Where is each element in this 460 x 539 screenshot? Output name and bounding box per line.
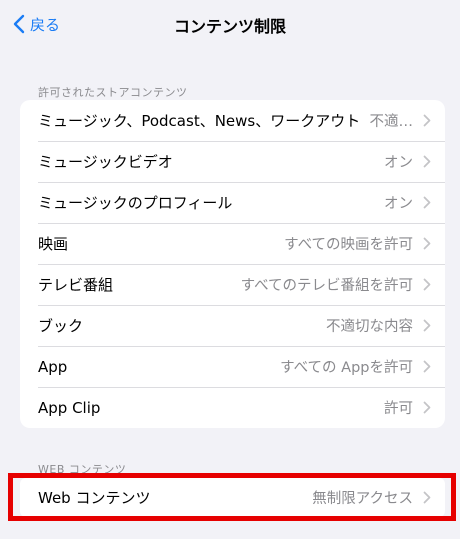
- row-music-podcast-news-workout[interactable]: ミュージック、Podcast、News、ワークアウト 不適…: [20, 100, 445, 141]
- web-content-group: Web コンテンツ 無制限アクセス: [20, 478, 445, 517]
- row-value: 不適…: [369, 114, 414, 130]
- chevron-right-icon: [423, 278, 431, 291]
- row-music-video[interactable]: ミュージックビデオ オン: [20, 141, 445, 182]
- row-web-content[interactable]: Web コンテンツ 無制限アクセス: [20, 478, 445, 517]
- chevron-right-icon: [423, 319, 431, 332]
- chevron-right-icon: [423, 491, 431, 504]
- store-content-group: ミュージック、Podcast、News、ワークアウト 不適… ミュージックビデオ…: [20, 100, 445, 428]
- row-label: Web コンテンツ: [38, 489, 151, 507]
- row-tv-shows[interactable]: テレビ番組 すべてのテレビ番組を許可: [20, 264, 445, 305]
- row-app[interactable]: App すべての Appを許可: [20, 346, 445, 387]
- chevron-right-icon: [423, 237, 431, 250]
- row-label: App: [38, 357, 68, 376]
- row-label: ブック: [38, 317, 84, 335]
- row-value: オン: [384, 196, 413, 212]
- row-movies[interactable]: 映画 すべての映画を許可: [20, 223, 445, 264]
- store-section-header: 許可されたストアコンテンツ: [38, 86, 188, 99]
- row-label: ミュージック、Podcast、News、ワークアウト: [38, 112, 361, 130]
- web-section-header: WEB コンテンツ: [38, 463, 127, 476]
- row-label: テレビ番組: [38, 276, 114, 294]
- row-label: App Clip: [38, 398, 101, 417]
- row-value: すべての映画を許可: [284, 237, 413, 253]
- row-books[interactable]: ブック 不適切な内容: [20, 305, 445, 346]
- row-value: すべての Appを許可: [280, 360, 413, 376]
- page-title: コンテンツ制限: [173, 17, 286, 36]
- chevron-right-icon: [423, 114, 431, 127]
- row-label: ミュージックのプロフィール: [38, 194, 233, 212]
- row-app-clip[interactable]: App Clip 許可: [20, 387, 445, 428]
- chevron-right-icon: [423, 360, 431, 373]
- row-value: 許可: [384, 401, 413, 417]
- navigation-bar: 戻る コンテンツ制限: [0, 0, 460, 50]
- row-value: 不適切な内容: [326, 319, 413, 335]
- row-value: すべてのテレビ番組を許可: [240, 278, 413, 294]
- row-label: 映画: [38, 235, 69, 253]
- chevron-right-icon: [423, 196, 431, 209]
- row-value: 無制限アクセス: [312, 491, 413, 507]
- row-value: オン: [384, 155, 413, 171]
- row-music-profile[interactable]: ミュージックのプロフィール オン: [20, 182, 445, 223]
- chevron-right-icon: [423, 155, 431, 168]
- chevron-right-icon: [423, 401, 431, 414]
- row-label: ミュージックビデオ: [38, 153, 173, 171]
